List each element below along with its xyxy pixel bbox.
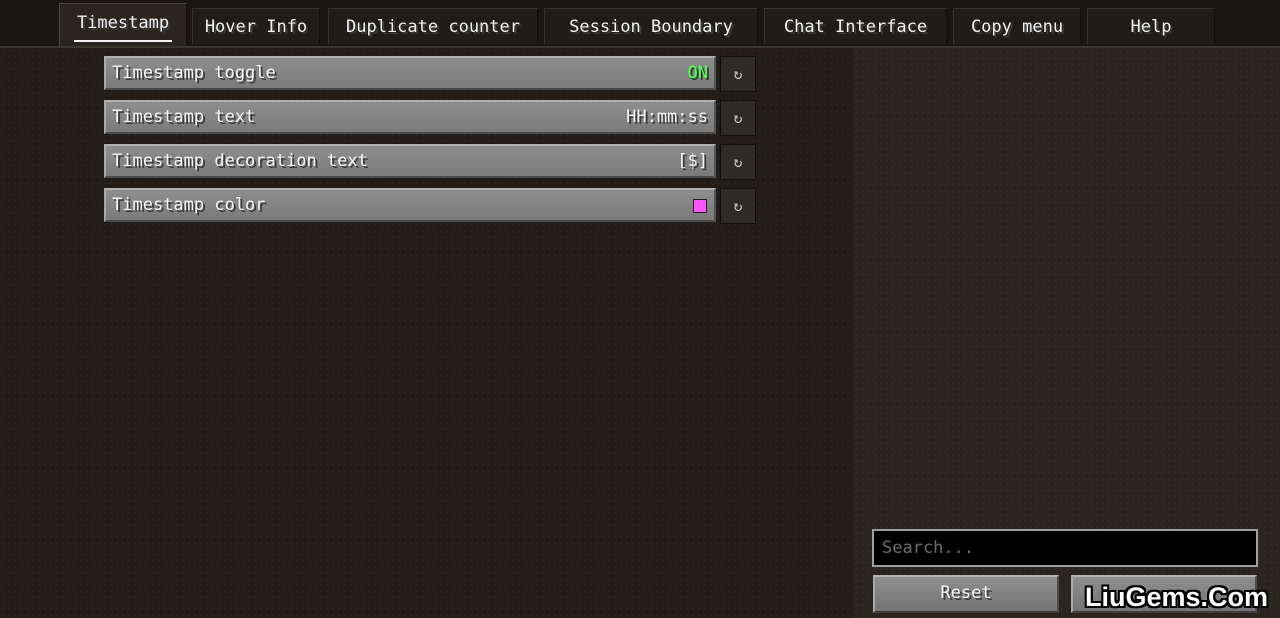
search-input[interactable]	[872, 529, 1258, 567]
tab-chat-interface[interactable]: Chat Interface	[764, 8, 947, 44]
tab-label: Copy menu	[970, 17, 1064, 37]
option-label: Timestamp color	[112, 195, 266, 215]
active-tab-underline	[74, 40, 172, 42]
option-value: ON	[687, 63, 708, 83]
timestamp-toggle-option[interactable]: Timestamp toggle ON	[104, 56, 716, 90]
option-label: Timestamp decoration text	[112, 151, 368, 171]
color-swatch	[693, 199, 707, 213]
timestamp-color-reset-button[interactable]: ↻	[720, 188, 756, 224]
option-value: HH:mm:ss	[626, 107, 708, 127]
tab-copy-menu[interactable]: Copy menu	[953, 8, 1081, 44]
tab-session-boundary[interactable]: Session Boundary	[544, 8, 758, 44]
timestamp-text-option[interactable]: Timestamp text HH:mm:ss	[104, 100, 716, 134]
tab-label: Help	[1130, 17, 1172, 37]
option-label: Timestamp toggle	[112, 63, 276, 83]
timestamp-decoration-reset-button[interactable]: ↻	[720, 144, 756, 180]
reset-all-button[interactable]: Reset	[873, 575, 1059, 613]
tab-label: Session Boundary	[569, 17, 733, 37]
config-screen: Timestamp Hover Info Duplicate counter S…	[0, 0, 1280, 618]
tab-bar: Timestamp Hover Info Duplicate counter S…	[0, 0, 1280, 48]
tab-hover-info[interactable]: Hover Info	[192, 8, 320, 44]
tab-help[interactable]: Help	[1087, 8, 1215, 44]
reset-icon: ↻	[733, 153, 743, 171]
timestamp-color-option[interactable]: Timestamp color	[104, 188, 716, 222]
reset-icon: ↻	[733, 109, 743, 127]
tab-label: Duplicate counter	[346, 17, 520, 37]
watermark: LiuGems.Com	[1084, 582, 1268, 612]
reset-icon: ↻	[733, 197, 743, 215]
tab-timestamp[interactable]: Timestamp	[59, 3, 187, 46]
option-value: [$]	[677, 151, 708, 171]
timestamp-text-reset-button[interactable]: ↻	[720, 100, 756, 136]
tab-label: Hover Info	[204, 17, 308, 37]
reset-button-label: Reset	[940, 583, 992, 603]
option-label: Timestamp text	[112, 107, 256, 127]
tab-duplicate-counter[interactable]: Duplicate counter	[328, 8, 538, 44]
timestamp-toggle-reset-button[interactable]: ↻	[720, 56, 756, 92]
reset-icon: ↻	[733, 65, 743, 83]
timestamp-decoration-option[interactable]: Timestamp decoration text [$]	[104, 144, 716, 178]
tab-label: Chat Interface	[783, 17, 928, 37]
tab-label: Timestamp	[76, 13, 170, 33]
